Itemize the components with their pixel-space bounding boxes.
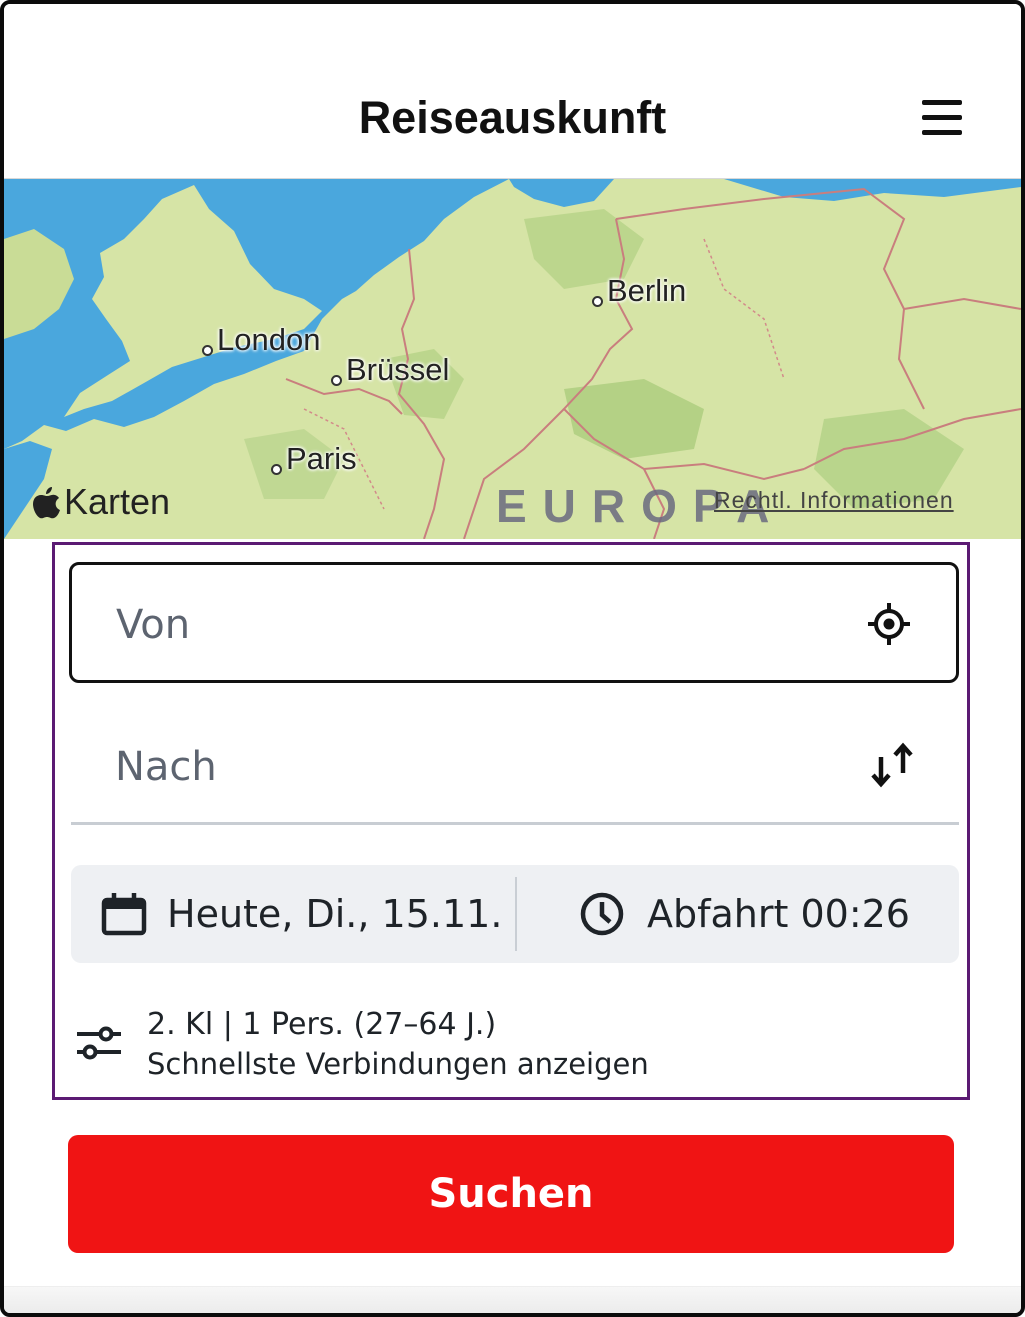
legal-info-link[interactable]: Rechtl. Informationen [714, 487, 954, 514]
clock-icon [580, 892, 624, 936]
city-label-paris[interactable]: Paris [271, 441, 357, 477]
date-time-bar: Heute, Di., 15.11. Abfahrt 00:26 [71, 865, 959, 963]
city-label-berlin[interactable]: Berlin [592, 273, 686, 309]
bottom-bar [4, 1286, 1021, 1313]
options-fastest-connections: Schnellste Verbindungen anzeigen [147, 1047, 649, 1081]
city-label-bruessel[interactable]: Brüssel [331, 352, 449, 388]
hamburger-menu-icon[interactable] [922, 100, 962, 136]
app-header: Reiseauskunft [4, 4, 1021, 179]
journey-form-panel: Von Nach Heute, Di., 15.11. Abfahrt 00:2… [52, 542, 970, 1100]
time-label: Abfahrt 00:26 [647, 892, 910, 936]
map-view[interactable]: London Brüssel Paris Berlin Karten EUROP… [4, 179, 1021, 539]
from-placeholder: Von [116, 602, 191, 648]
date-selector[interactable]: Heute, Di., 15.11. [71, 865, 515, 963]
filter-sliders-icon [75, 1025, 123, 1065]
to-input[interactable]: Nach [71, 705, 959, 825]
travel-options[interactable]: 2. Kl | 1 Pers. (27–64 J.) Schnellste Ve… [71, 1003, 959, 1085]
swap-arrows-icon[interactable] [869, 741, 915, 799]
to-placeholder: Nach [115, 744, 217, 790]
from-input[interactable]: Von [69, 562, 959, 683]
time-selector[interactable]: Abfahrt 00:26 [517, 865, 959, 963]
search-button[interactable]: Suchen [68, 1135, 954, 1253]
calendar-icon [101, 893, 147, 936]
maps-logo: Karten [32, 481, 170, 523]
crosshair-location-icon[interactable] [866, 601, 912, 657]
city-label-london[interactable]: London [202, 322, 320, 358]
app-frame: Reiseauskunft London Brüssel Paris Berli… [0, 0, 1025, 1317]
apple-logo-icon [33, 487, 60, 519]
page-title: Reiseauskunft [358, 92, 667, 143]
maps-logo-text: Karten [64, 481, 171, 522]
date-label: Heute, Di., 15.11. [167, 892, 503, 936]
options-class-passengers: 2. Kl | 1 Pers. (27–64 J.) [147, 1007, 497, 1042]
